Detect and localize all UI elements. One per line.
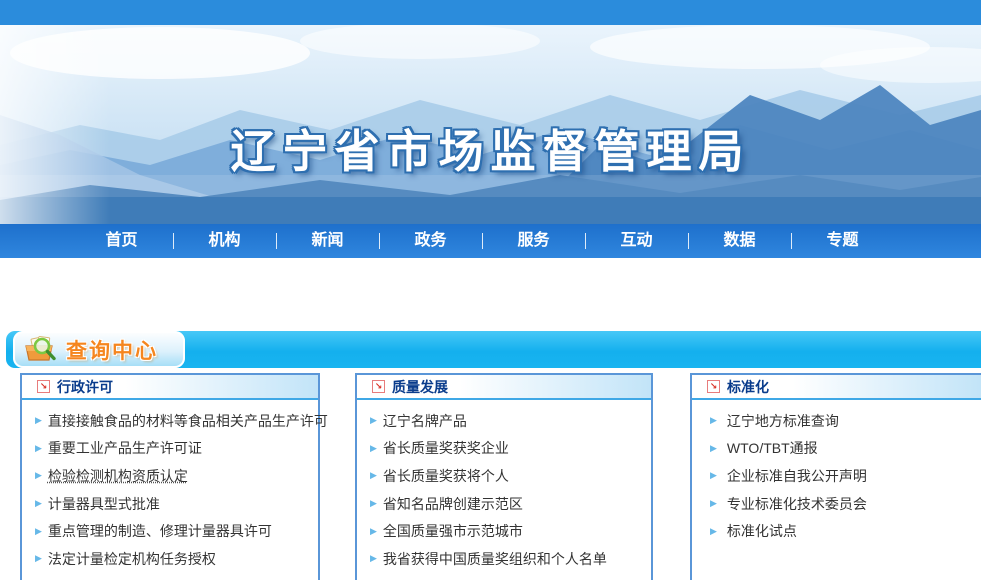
link[interactable]: 我省获得中国质量奖组织和个人名单	[383, 549, 607, 569]
triangle-bullet-icon: ▶	[710, 498, 717, 509]
link[interactable]: 省长质量奖获将个人	[383, 466, 509, 486]
link[interactable]: 全国质量强市示范城市	[383, 521, 523, 541]
list-item: ▶ 省知名品牌创建示范区	[370, 490, 645, 518]
triangle-bullet-icon: ▶	[710, 415, 717, 426]
list-item: ▶ WTO/TBT通报	[710, 435, 975, 463]
link[interactable]: 标准化试点	[727, 521, 797, 541]
triangle-bullet-icon: ▶	[710, 526, 717, 537]
site-title: 辽宁省市场监督管理局	[0, 115, 981, 180]
link[interactable]: 重点管理的制造、修理计量器具许可	[48, 521, 272, 541]
triangle-bullet-icon: ▶	[370, 443, 377, 454]
list-item: ▶ 重点管理的制造、修理计量器具许可	[35, 517, 312, 545]
triangle-bullet-icon: ▶	[370, 498, 377, 509]
list-item: ▶直接接触食品的材料等食品相关产品生产许可	[35, 407, 312, 435]
page: 辽宁省市场监督管理局 首页 机构 新闻 政务 服务 互动 数据 专题 查询中心	[0, 0, 981, 580]
link[interactable]: 检验检测机构资质认定	[48, 466, 188, 486]
triangle-bullet-icon: ▶	[710, 443, 717, 454]
query-center-label: 查询中心	[66, 335, 158, 365]
list-item: ▶ 省长质量奖获奖企业	[370, 435, 645, 463]
triangle-bullet-icon: ▶	[35, 553, 42, 564]
link[interactable]: 省长质量奖获奖企业	[383, 438, 509, 458]
link-list: ▶ 辽宁名牌产品 ▶ 省长质量奖获奖企业 ▶ 省长质量奖获将个人 ▶ 省知名品牌创建示范…	[357, 400, 651, 573]
enter-arrow-icon: ↘	[37, 380, 50, 393]
link[interactable]: 直接接触食品的材料等食品相关产品生产许可	[48, 411, 328, 431]
panel-header: ↘ 行政许可	[22, 375, 318, 400]
list-item: ▶ 专业标准化技术委员会	[710, 490, 975, 518]
panel-title: 标准化	[727, 377, 769, 397]
nav-item-data[interactable]: 数据	[688, 224, 791, 258]
panel-quality-development: ↘ 质量发展 ▶ 辽宁名牌产品 ▶ 省长质量奖获奖企业 ▶ 省长质量奖获将个人 ▶ 省知…	[355, 373, 653, 580]
list-item: ▶ 检验检测机构资质认定	[35, 462, 312, 490]
list-item: ▶ 省长质量奖获将个人	[370, 462, 645, 490]
list-item: ▶ 辽宁地方标准查询	[710, 407, 975, 435]
link[interactable]: 辽宁名牌产品	[383, 411, 467, 431]
panel-header: ↘ 质量发展	[357, 375, 651, 400]
triangle-bullet-icon: ▶	[35, 470, 42, 481]
nav-item-news[interactable]: 新闻	[276, 224, 379, 258]
link[interactable]: 专业标准化技术委员会	[727, 494, 867, 514]
triangle-bullet-icon: ▶	[35, 443, 42, 454]
list-item: ▶ 重要工业产品生产许可证	[35, 435, 312, 463]
link-list: ▶直接接触食品的材料等食品相关产品生产许可 ▶ 重要工业产品生产许可证 ▶ 检验检测…	[22, 400, 318, 573]
nav-list: 首页 机构 新闻 政务 服务 互动 数据 专题	[0, 224, 981, 258]
triangle-bullet-icon: ▶	[35, 415, 42, 426]
link[interactable]: 企业标准自我公开声明	[727, 466, 867, 486]
list-item: ▶ 我省获得中国质量奖组织和个人名单	[370, 545, 645, 573]
top-bar	[0, 0, 981, 25]
nav-item-home[interactable]: 首页	[70, 224, 173, 258]
nav-item-organization[interactable]: 机构	[173, 224, 276, 258]
search-folder-icon	[22, 334, 60, 365]
nav-item-topics[interactable]: 专题	[791, 224, 894, 258]
triangle-bullet-icon: ▶	[370, 526, 377, 537]
link-list: ▶ 辽宁地方标准查询 ▶ WTO/TBT通报 ▶ 企业标准自我公开声明 ▶ 专业标准化技…	[692, 400, 981, 545]
list-item: ▶ 辽宁名牌产品	[370, 407, 645, 435]
banner: 辽宁省市场监督管理局	[0, 25, 981, 224]
triangle-bullet-icon: ▶	[35, 498, 42, 509]
list-item: ▶ 企业标准自我公开声明	[710, 462, 975, 490]
triangle-bullet-icon: ▶	[370, 470, 377, 481]
link[interactable]: 计量器具型式批准	[48, 494, 160, 514]
query-center-bar: 查询中心	[6, 331, 981, 368]
panel-header: ↘ 标准化	[692, 375, 981, 400]
list-item: ▶ 全国质量强市示范城市	[370, 517, 645, 545]
link[interactable]: 重要工业产品生产许可证	[48, 438, 202, 458]
link[interactable]: WTO/TBT通报	[727, 438, 818, 458]
query-center-tab[interactable]: 查询中心	[13, 331, 185, 368]
enter-arrow-icon: ↘	[372, 380, 385, 393]
nav-item-government[interactable]: 政务	[379, 224, 482, 258]
list-item: ▶ 标准化试点	[710, 517, 975, 545]
link[interactable]: 辽宁地方标准查询	[727, 411, 839, 431]
link[interactable]: 省知名品牌创建示范区	[383, 494, 523, 514]
triangle-bullet-icon: ▶	[370, 553, 377, 564]
main-nav: 首页 机构 新闻 政务 服务 互动 数据 专题	[0, 224, 981, 258]
triangle-bullet-icon: ▶	[35, 526, 42, 537]
triangle-bullet-icon: ▶	[370, 415, 377, 426]
nav-item-service[interactable]: 服务	[482, 224, 585, 258]
panel-administrative-licensing: ↘ 行政许可 ▶直接接触食品的材料等食品相关产品生产许可 ▶ 重要工业产品生产许可…	[20, 373, 320, 580]
list-item: ▶ 法定计量检定机构任务授权	[35, 545, 312, 573]
panel-title: 行政许可	[57, 377, 113, 397]
link[interactable]: 法定计量检定机构任务授权	[48, 549, 216, 569]
list-item: ▶ 计量器具型式批准	[35, 490, 312, 518]
panel-standardization: ↘ 标准化 ▶ 辽宁地方标准查询 ▶ WTO/TBT通报 ▶ 企业标准自我公开声明 ▶…	[690, 373, 981, 580]
nav-item-interaction[interactable]: 互动	[585, 224, 688, 258]
triangle-bullet-icon: ▶	[710, 470, 717, 481]
panel-title: 质量发展	[392, 377, 448, 397]
enter-arrow-icon: ↘	[707, 380, 720, 393]
